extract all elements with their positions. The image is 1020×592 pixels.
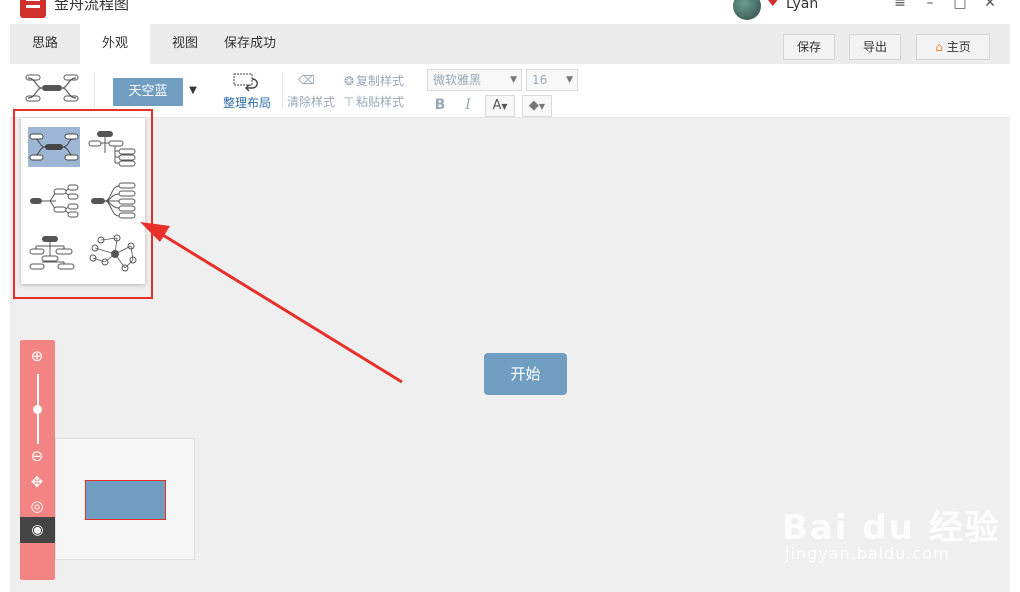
toolbar: 天空蓝 ▼ 整理布局 ⌫ 清除样式 ❂ 复制样式 ⊤ 粘贴样式 微软雅黑 ▼ 16 … [10, 64, 1010, 118]
move-icon[interactable]: ✥ [28, 473, 46, 491]
arrange-layout-button[interactable]: 整理布局 [219, 72, 275, 112]
italic-button[interactable]: I [459, 95, 477, 117]
copy-style-button[interactable]: ❂ 复制样式 [342, 73, 404, 89]
arrange-layout-icon [233, 73, 258, 92]
font-color-button[interactable]: A▼ [485, 95, 515, 117]
paint-bucket-icon: ◆ [528, 98, 539, 113]
chevron-down-icon: ▼ [566, 75, 573, 85]
title-bar: 金舟流程图 ♥ Lyan ≡ – □ ✕ [0, 0, 1020, 24]
theme-button[interactable]: 天空蓝 [113, 78, 183, 106]
window-border [1010, 24, 1020, 592]
app-title: 金舟流程图 [54, 0, 130, 13]
palette-icon: ❂ [343, 74, 355, 88]
tab-view[interactable]: 视图 [150, 24, 220, 64]
export-button[interactable]: 导出 [849, 34, 901, 60]
font-family-select[interactable]: 微软雅黑 ▼ [427, 69, 522, 91]
tab-appearance[interactable]: 外观 [80, 24, 150, 64]
clear-style-icon[interactable]: ⌫ [298, 72, 315, 88]
chevron-down-icon: ▼ [501, 102, 508, 111]
arrange-layout-label: 整理布局 [222, 96, 271, 110]
menu-bar: 思路 外观 视图 保存成功 保存 导出 ⌂ 主页 [10, 24, 1010, 64]
app-window: 金舟流程图 ♥ Lyan ≡ – □ ✕ 思路 外观 视图 保存成功 保存 导出… [0, 0, 1020, 592]
minimap-viewport[interactable] [85, 480, 166, 520]
home-icon: ⌂ [935, 40, 943, 54]
user-avatar[interactable] [733, 0, 761, 20]
minimize-button[interactable]: – [920, 0, 940, 12]
zoom-slider-thumb[interactable] [33, 405, 42, 414]
toolbar-divider [282, 72, 283, 108]
copy-style-label: 复制样式 [356, 74, 405, 88]
zoom-out-icon[interactable]: ⊖ [28, 447, 46, 465]
vip-badge-icon: ♥ [767, 0, 779, 10]
chevron-down-icon: ▼ [510, 75, 517, 85]
watermark-url: jingyan.baidu.com [785, 544, 950, 563]
toolbar-divider [94, 72, 95, 108]
app-logo [20, 0, 46, 18]
minimap[interactable] [55, 438, 195, 560]
user-name[interactable]: Lyan [786, 0, 818, 14]
chevron-down-icon[interactable]: ▼ [186, 84, 200, 98]
paste-style-label: 粘贴样式 [356, 95, 405, 109]
layout-structure-button[interactable] [24, 70, 80, 108]
save-status: 保存成功 [224, 36, 277, 51]
watermark-logo: Bai du 经验 [782, 508, 1001, 548]
start-node[interactable]: 开始 [484, 353, 567, 395]
paste-style-button[interactable]: ⊤ 粘贴样式 [342, 94, 404, 110]
font-size-select[interactable]: 16 ▼ [526, 69, 578, 91]
clear-style-button[interactable]: 清除样式 [287, 94, 335, 110]
zoom-control: ⊕ ⊖ ✥ ◎ ◉ [20, 340, 55, 580]
home-button[interactable]: ⌂ 主页 [916, 34, 990, 60]
close-button[interactable]: ✕ [980, 0, 1000, 12]
save-button[interactable]: 保存 [783, 34, 835, 60]
font-size-value: 16 [532, 73, 548, 87]
paint-roller-icon: ⊤ [343, 95, 355, 109]
font-family-value: 微软雅黑 [433, 73, 482, 87]
maximize-button[interactable]: □ [950, 0, 970, 12]
fill-color-button[interactable]: ◆▼ [522, 95, 552, 117]
bold-button[interactable]: B [431, 95, 449, 117]
mindmap-layout-icon [25, 74, 79, 102]
chevron-down-icon: ▼ [538, 102, 546, 111]
annotation-highlight-box [13, 109, 153, 299]
eye-icon[interactable]: ◉ [20, 517, 55, 543]
locate-icon[interactable]: ◎ [28, 497, 46, 515]
tab-idea[interactable]: 思路 [10, 24, 80, 64]
menu-icon[interactable]: ≡ [890, 0, 910, 12]
home-label: 主页 [946, 40, 971, 54]
zoom-in-icon[interactable]: ⊕ [28, 347, 46, 365]
